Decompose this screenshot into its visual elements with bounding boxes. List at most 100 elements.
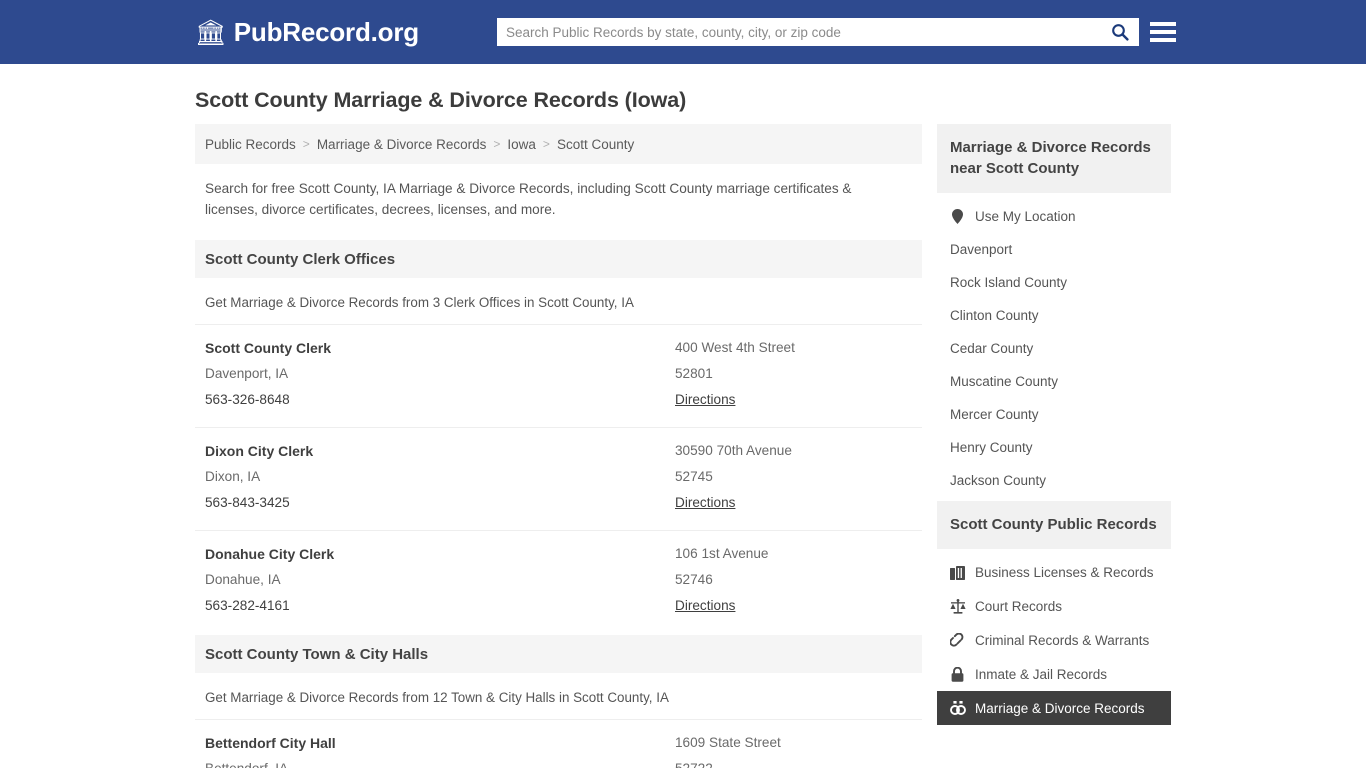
sidebar-public-records-heading: Scott County Public Records [936,501,1171,549]
listing-left: Scott County Clerk Davenport, IA 563-326-8… [205,335,675,413]
breadcrumb-separator: > [493,137,501,151]
listing-right: 1609 State Street52722Directions [675,730,912,768]
sidebar-item-cedar-county[interactable]: Cedar County [937,332,1171,365]
listing-left: Bettendorf City HallBettendorf, IA563-34… [205,730,675,768]
listing-city: Davenport, IA [205,366,289,381]
listing-office-name[interactable]: Scott County Clerk [205,335,675,361]
sidebar-item-court-records[interactable]: Court Records [937,589,1171,623]
section-subtitle: Get Marriage & Divorce Records from 3 Cl… [205,295,634,310]
breadcrumb-item-3[interactable]: Iowa [507,137,536,152]
listing-directions-link[interactable]: Directions [675,387,735,413]
listing-directions-link[interactable]: Directions [675,490,735,516]
sidebar-nearby-box: Marriage & Divorce Records near Scott Co… [936,124,1171,497]
sidebar-item-label: Davenport [949,242,1013,257]
listing-city: Dixon, IA [205,469,261,484]
search-button[interactable] [1101,18,1139,46]
listing-city: Bettendorf, IA [205,756,675,768]
listing-address: 400 West 4th Street [675,340,795,355]
listing-office-name[interactable]: Dixon City Clerk [205,438,675,464]
section-heading: Scott County Clerk Offices [195,240,922,278]
search-input[interactable] [497,18,1101,46]
sidebar-item-criminal-records-warrants[interactable]: Criminal Records & Warrants [937,623,1171,657]
listing-row: Bettendorf City HallBettendorf, IA563-34… [195,719,922,768]
sidebar-item-mercer-county[interactable]: Mercer County [937,398,1171,431]
sidebar-item-henry-county[interactable]: Henry County [937,431,1171,464]
listing-city: Donahue, IA [205,572,281,587]
lock-icon [952,666,964,682]
lock-icon [950,666,966,682]
listing-phone: 563-282-4161 [205,598,290,613]
sidebar-item-label: Henry County [949,440,1033,455]
breadcrumb-separator: > [302,137,310,151]
brand-name: PubRecord.org [233,16,419,47]
breadcrumb-item-2[interactable]: Marriage & Divorce Records [317,137,487,152]
breadcrumb: Public Records > Marriage & Divorce Record… [195,124,922,164]
listing-row: Dixon City Clerk Dixon, IA 563-843-3425 305… [195,427,922,530]
sidebar-public-records-box: Scott County Public Records Business Lic… [936,501,1171,725]
site-header: 🏛 PubRecord.org [0,0,1366,64]
listing-phone: 563-326-8648 [205,392,290,407]
sidebar: Marriage & Divorce Records near Scott Co… [936,124,1171,729]
sidebar-item-label: Jackson County [949,473,1047,488]
sidebar-item-label: Muscatine County [949,374,1059,389]
sidebar-item-davenport[interactable]: Davenport [937,233,1171,266]
breadcrumb-item-1[interactable]: Public Records [205,137,296,152]
listing-left: Dixon City Clerk Dixon, IA 563-843-3425 [205,438,675,516]
sidebar-item-label: Court Records [974,598,1063,614]
page-title: Scott County Marriage & Divorce Records … [195,88,687,112]
sidebar-nearby-heading: Marriage & Divorce Records near Scott Co… [936,124,1171,193]
sidebar-item-marriage-divorce-records[interactable]: Marriage & Divorce Records [936,691,1171,725]
briefcase-icon [950,565,966,580]
sections-list: Scott County Clerk Offices Get Marriage &… [195,240,922,768]
listing-directions-link[interactable]: Directions [675,593,735,619]
sidebar-item-muscatine-county[interactable]: Muscatine County [937,365,1171,398]
listing-row: Scott County Clerk Davenport, IA 563-326-8… [195,324,922,427]
map-pin-icon [950,208,966,224]
sidebar-item-clinton-county[interactable]: Clinton County [937,299,1171,332]
listing-address: 106 1st Avenue [675,546,769,561]
sidebar-item-use-my-location[interactable]: Use My Location [937,199,1171,233]
listing-address: 1609 State Street [675,735,781,750]
content-columns: Public Records > Marriage & Divorce Record… [195,124,1171,768]
listing-right: 30590 70th Avenue 52745 Directions [675,438,912,516]
rings-icon [950,700,966,716]
handcuffs-icon [950,632,966,648]
sidebar-item-label: Business Licenses & Records [974,564,1154,580]
main-content: Public Records > Marriage & Divorce Record… [195,124,922,768]
sidebar-item-label: Criminal Records & Warrants [974,632,1150,648]
page-container: Scott County Marriage & Divorce Records … [0,64,1366,768]
search-icon [1112,24,1129,41]
briefcase-icon [950,564,966,580]
rings-icon [950,701,966,715]
sidebar-item-label: Marriage & Divorce Records [974,700,1145,716]
sidebar-item-rock-island-county[interactable]: Rock Island County [937,266,1171,299]
handcuffs-icon [950,632,964,647]
scales-icon [950,598,966,614]
listing-zip: 52746 [675,572,713,587]
listing-zip: 52801 [675,366,713,381]
listing-office-name[interactable]: Bettendorf City Hall [205,730,675,756]
breadcrumb-separator: > [542,137,550,151]
sidebar-item-label: Rock Island County [949,275,1068,290]
sidebar-item-business-licenses-records[interactable]: Business Licenses & Records [937,555,1171,589]
sidebar-item-label: Inmate & Jail Records [974,666,1108,682]
listing-row: Donahue City Clerk Donahue, IA 563-282-416… [195,530,922,633]
listing-office-name[interactable]: Donahue City Clerk [205,541,675,567]
sidebar-item-label: Clinton County [949,308,1039,323]
sidebar-item-label: Cedar County [949,341,1034,356]
sidebar-public-records-list: Business Licenses & Records Court Records… [936,549,1171,725]
hamburger-bar [1150,30,1176,34]
sidebar-item-label: Use My Location [974,208,1076,224]
hamburger-menu-icon[interactable] [1150,20,1176,44]
page-intro-text: Search for free Scott County, IA Marriag… [205,181,852,217]
section-subtitle: Get Marriage & Divorce Records from 12 T… [205,690,669,705]
listing-address: 30590 70th Avenue [675,443,792,458]
site-logo-link[interactable]: 🏛 PubRecord.org [195,17,419,48]
listing-phone: 563-843-3425 [205,495,290,510]
sidebar-item-jackson-county[interactable]: Jackson County [937,464,1171,497]
sidebar-item-inmate-jail-records[interactable]: Inmate & Jail Records [937,657,1171,691]
section-heading: Scott County Town & City Halls [195,635,922,673]
map-pin-icon [952,208,964,224]
sidebar-item-label: Mercer County [949,407,1039,422]
listing-left: Donahue City Clerk Donahue, IA 563-282-416… [205,541,675,619]
